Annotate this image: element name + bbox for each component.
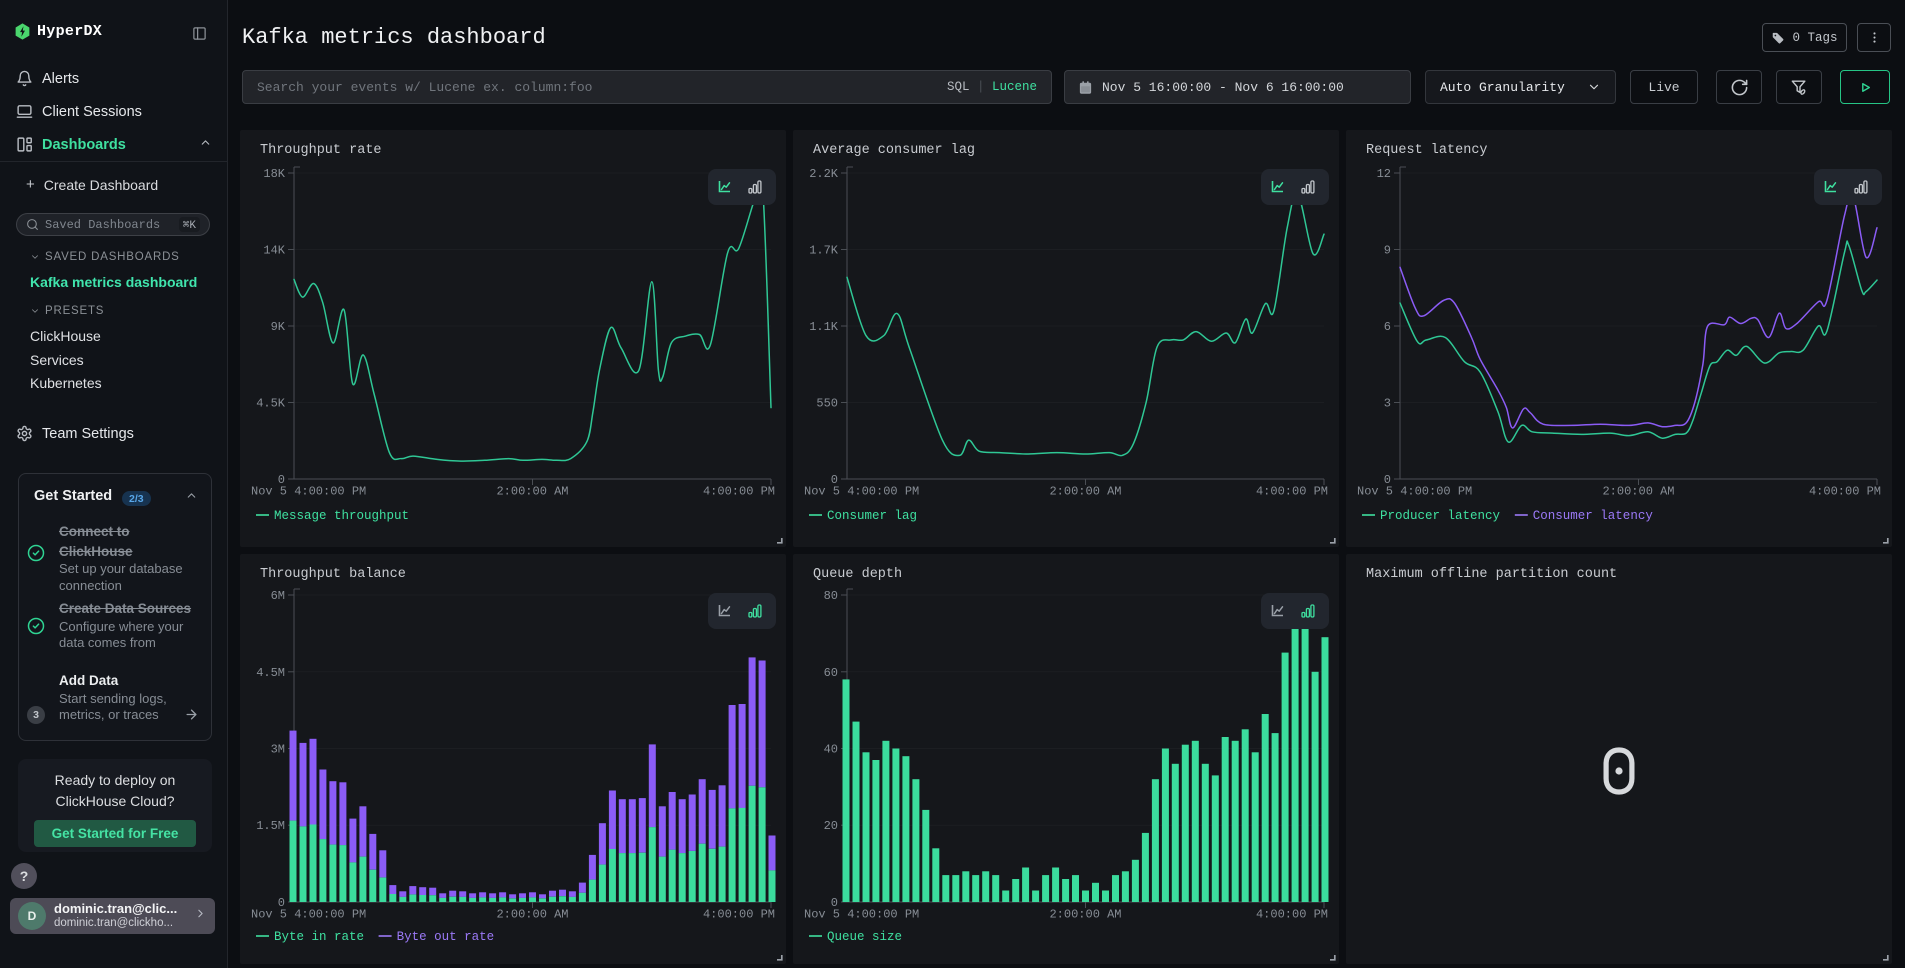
- svg-text:4:00:00 PM: 4:00:00 PM: [1256, 485, 1328, 499]
- svg-text:9K: 9K: [271, 320, 286, 334]
- svg-text:2:00:00 AM: 2:00:00 AM: [1049, 908, 1121, 922]
- svg-text:20: 20: [824, 819, 838, 833]
- svg-text:14K: 14K: [263, 244, 285, 258]
- svg-text:Nov 5 4:00:00 PM: Nov 5 4:00:00 PM: [804, 485, 919, 499]
- svg-text:4:00:00 PM: 4:00:00 PM: [703, 908, 775, 922]
- svg-text:40: 40: [824, 743, 838, 757]
- svg-text:4.5K: 4.5K: [256, 397, 286, 411]
- svg-text:Consumer lag: Consumer lag: [827, 509, 917, 523]
- svg-text:2:00:00 AM: 2:00:00 AM: [496, 908, 568, 922]
- svg-text:2:00:00 AM: 2:00:00 AM: [1049, 485, 1121, 499]
- svg-text:3: 3: [1384, 397, 1391, 411]
- svg-text:Byte in rate: Byte in rate: [274, 930, 364, 944]
- svg-text:Consumer latency: Consumer latency: [1533, 509, 1654, 523]
- svg-text:1.1K: 1.1K: [809, 320, 839, 334]
- svg-text:4:00:00 PM: 4:00:00 PM: [703, 485, 775, 499]
- svg-text:4:00:00 PM: 4:00:00 PM: [1809, 485, 1881, 499]
- svg-text:Nov 5 4:00:00 PM: Nov 5 4:00:00 PM: [251, 908, 366, 922]
- svg-text:1.5M: 1.5M: [256, 819, 285, 833]
- svg-text:3M: 3M: [271, 743, 285, 757]
- svg-text:Queue size: Queue size: [827, 930, 902, 944]
- svg-text:1.7K: 1.7K: [809, 244, 839, 258]
- svg-text:Nov 5 4:00:00 PM: Nov 5 4:00:00 PM: [1357, 485, 1472, 499]
- svg-text:2.2K: 2.2K: [809, 167, 839, 181]
- svg-text:60: 60: [824, 666, 838, 680]
- svg-text:Producer latency: Producer latency: [1380, 509, 1501, 523]
- svg-text:4:00:00 PM: 4:00:00 PM: [1256, 908, 1328, 922]
- svg-text:12: 12: [1377, 167, 1391, 181]
- svg-text:Nov 5 4:00:00 PM: Nov 5 4:00:00 PM: [251, 485, 366, 499]
- svg-text:18K: 18K: [263, 167, 285, 181]
- svg-text:2:00:00 AM: 2:00:00 AM: [1602, 485, 1674, 499]
- svg-text:9: 9: [1384, 244, 1391, 258]
- svg-text:Nov 5 4:00:00 PM: Nov 5 4:00:00 PM: [804, 908, 919, 922]
- svg-text:6M: 6M: [271, 589, 285, 603]
- svg-text:6: 6: [1384, 320, 1391, 334]
- svg-text:4.5M: 4.5M: [256, 666, 285, 680]
- svg-text:2:00:00 AM: 2:00:00 AM: [496, 485, 568, 499]
- svg-text:80: 80: [824, 589, 838, 603]
- svg-text:550: 550: [816, 397, 838, 411]
- svg-text:Message throughput: Message throughput: [274, 509, 409, 523]
- svg-text:Byte out rate: Byte out rate: [397, 930, 495, 944]
